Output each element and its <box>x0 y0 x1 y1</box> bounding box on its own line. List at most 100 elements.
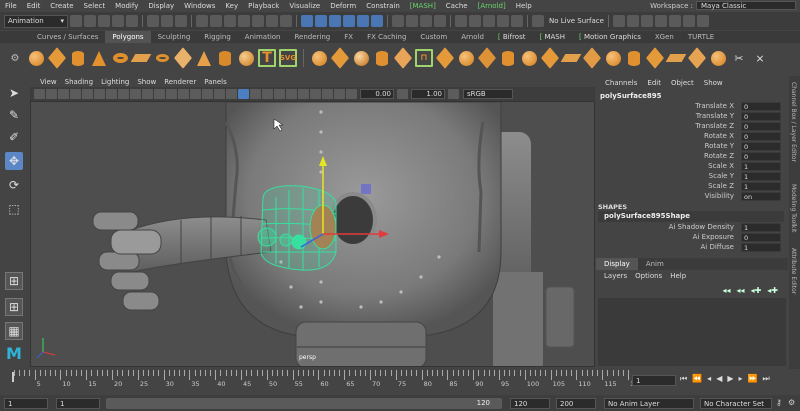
tab-rigging[interactable]: Rigging <box>197 31 238 43</box>
cb-menu-show[interactable]: Show <box>699 79 728 87</box>
field-chart-icon[interactable] <box>142 89 153 99</box>
menu-modify[interactable]: Modify <box>110 2 143 10</box>
tab-fx[interactable]: FX <box>337 31 360 43</box>
modeling-toolkit-icon[interactable] <box>654 15 667 27</box>
new-layer-selected-icon[interactable]: ◂✚ <box>767 286 778 295</box>
sidebar-toggle-icon[interactable] <box>640 15 653 27</box>
side-tab-modeling-toolkit[interactable]: Modeling Toolkit <box>790 184 797 232</box>
select-component-icon[interactable] <box>175 15 187 27</box>
magnet-icon[interactable] <box>532 15 544 27</box>
mask-icon-7[interactable] <box>280 15 292 27</box>
camera-icon[interactable] <box>626 15 639 27</box>
snap-view-icon[interactable] <box>357 15 369 27</box>
tab-rendering[interactable]: Rendering <box>287 31 337 43</box>
workspace-dropdown[interactable]: Maya Classic <box>696 1 796 10</box>
sew-uv-icon[interactable]: ⨯ <box>751 49 769 67</box>
menu-help[interactable]: Help <box>511 2 537 10</box>
quad-draw-icon[interactable] <box>604 49 622 67</box>
mask-icon-1[interactable] <box>196 15 208 27</box>
start-time-field[interactable]: 1 <box>4 398 48 409</box>
select-tool-icon[interactable]: ➤ <box>5 84 23 102</box>
snap-point-icon[interactable] <box>329 15 341 27</box>
combine-icon[interactable] <box>310 49 328 67</box>
extrude-icon[interactable] <box>435 47 455 69</box>
menu-visualize[interactable]: Visualize <box>284 2 325 10</box>
step-back-key-icon[interactable]: ⏪ <box>692 374 702 384</box>
tab-xgen[interactable]: XGen <box>648 31 681 43</box>
ambient-occlusion-icon[interactable] <box>250 89 261 99</box>
render-settings-icon[interactable] <box>483 15 495 27</box>
select-hierarchy-icon[interactable] <box>147 15 159 27</box>
select-object-icon[interactable] <box>161 15 173 27</box>
attr-label[interactable]: Scale Y <box>709 172 734 180</box>
layout-outliner-icon[interactable]: ▦ <box>5 322 23 340</box>
mirror-icon[interactable] <box>393 47 413 69</box>
menu-display[interactable]: Display <box>143 2 179 10</box>
smooth-shade-icon[interactable] <box>190 89 201 99</box>
view-transform-dropdown[interactable]: sRGB gamma <box>463 89 513 107</box>
tab-polygons[interactable]: Polygons <box>105 31 151 43</box>
cb-menu-edit[interactable]: Edit <box>642 79 666 87</box>
snap-surface-icon[interactable] <box>343 15 355 27</box>
safe-title-icon[interactable] <box>166 89 177 99</box>
live-surface-label[interactable]: No Live Surface <box>549 17 604 25</box>
tab-display[interactable]: Display <box>596 258 638 270</box>
merge-icon[interactable] <box>520 49 538 67</box>
attr-value[interactable]: on <box>741 192 781 201</box>
redo-icon[interactable] <box>126 15 138 27</box>
hypershade-icon[interactable] <box>497 15 509 27</box>
current-frame-field[interactable]: 1 <box>632 375 676 386</box>
menu-create[interactable]: Create <box>45 2 78 10</box>
attr-label[interactable]: Translate X <box>695 102 734 110</box>
go-to-end-icon[interactable]: ⏭ <box>762 374 769 384</box>
layout-four-icon[interactable]: ⊞ <box>5 298 23 316</box>
snap-grid-icon[interactable] <box>301 15 313 27</box>
tab-mash[interactable]: [ MASH <box>532 31 572 43</box>
paint-select-tool-icon[interactable]: ✐ <box>5 128 23 146</box>
bridge-icon[interactable]: ⊓ <box>415 49 433 67</box>
attr-label[interactable]: Scale X <box>708 162 734 170</box>
super-shape-icon[interactable] <box>237 49 255 67</box>
smooth-icon[interactable] <box>352 49 370 67</box>
attr-label[interactable]: Ai Diffuse <box>700 243 734 251</box>
snap-live-icon[interactable] <box>371 15 383 27</box>
vp-menu-renderer[interactable]: Renderer <box>160 78 200 86</box>
attr-value[interactable]: 0 <box>741 112 781 121</box>
attr-value[interactable]: 0 <box>741 122 781 131</box>
poly-disc-icon[interactable] <box>153 49 171 67</box>
menu-key[interactable]: Key <box>220 2 243 10</box>
rotate-tool-icon[interactable]: ⟳ <box>5 176 23 194</box>
menu-cache[interactable]: Cache <box>441 2 473 10</box>
new-layer-icon[interactable]: ◂✚ <box>751 286 762 295</box>
menu-constrain[interactable]: Constrain <box>361 2 405 10</box>
menu-file[interactable]: File <box>0 2 22 10</box>
vp-menu-show[interactable]: Show <box>133 78 160 86</box>
save-scene-icon[interactable] <box>98 15 110 27</box>
channel-box-icon[interactable] <box>696 15 709 27</box>
layer-menu-options[interactable]: Options <box>631 272 666 280</box>
construction-history-icon[interactable] <box>434 15 446 27</box>
mask-icon-2[interactable] <box>210 15 222 27</box>
depth-of-field-icon[interactable] <box>286 89 297 99</box>
input-ops-icon[interactable] <box>406 15 418 27</box>
exposure-icon[interactable] <box>346 89 357 99</box>
attr-value[interactable]: 0 <box>741 102 781 111</box>
poly-type-icon[interactable]: T <box>258 49 276 67</box>
vp-menu-lighting[interactable]: Lighting <box>97 78 133 86</box>
attr-label[interactable]: Scale Z <box>708 182 734 190</box>
shelf-menu-icon[interactable]: ⚙ <box>6 49 24 67</box>
attribute-editor-icon[interactable] <box>668 15 681 27</box>
end-time-field[interactable]: 200 <box>556 398 596 409</box>
cb-menu-channels[interactable]: Channels <box>600 79 642 87</box>
step-back-frame-icon[interactable]: ◂ <box>707 374 711 384</box>
attr-label[interactable]: Rotate Z <box>704 152 734 160</box>
menu-windows[interactable]: Windows <box>179 2 220 10</box>
history-icon[interactable] <box>392 15 404 27</box>
play-forwards-icon[interactable]: ▶ <box>727 374 733 384</box>
wireframe-icon[interactable] <box>178 89 189 99</box>
svg-icon[interactable]: SVG <box>279 49 297 67</box>
key-icon[interactable]: ⚷ <box>776 398 782 407</box>
exposure-field[interactable]: 0.00 <box>360 89 394 99</box>
move-layer-down-icon[interactable]: ◂◂ <box>737 286 745 295</box>
tool-settings-icon[interactable] <box>682 15 695 27</box>
